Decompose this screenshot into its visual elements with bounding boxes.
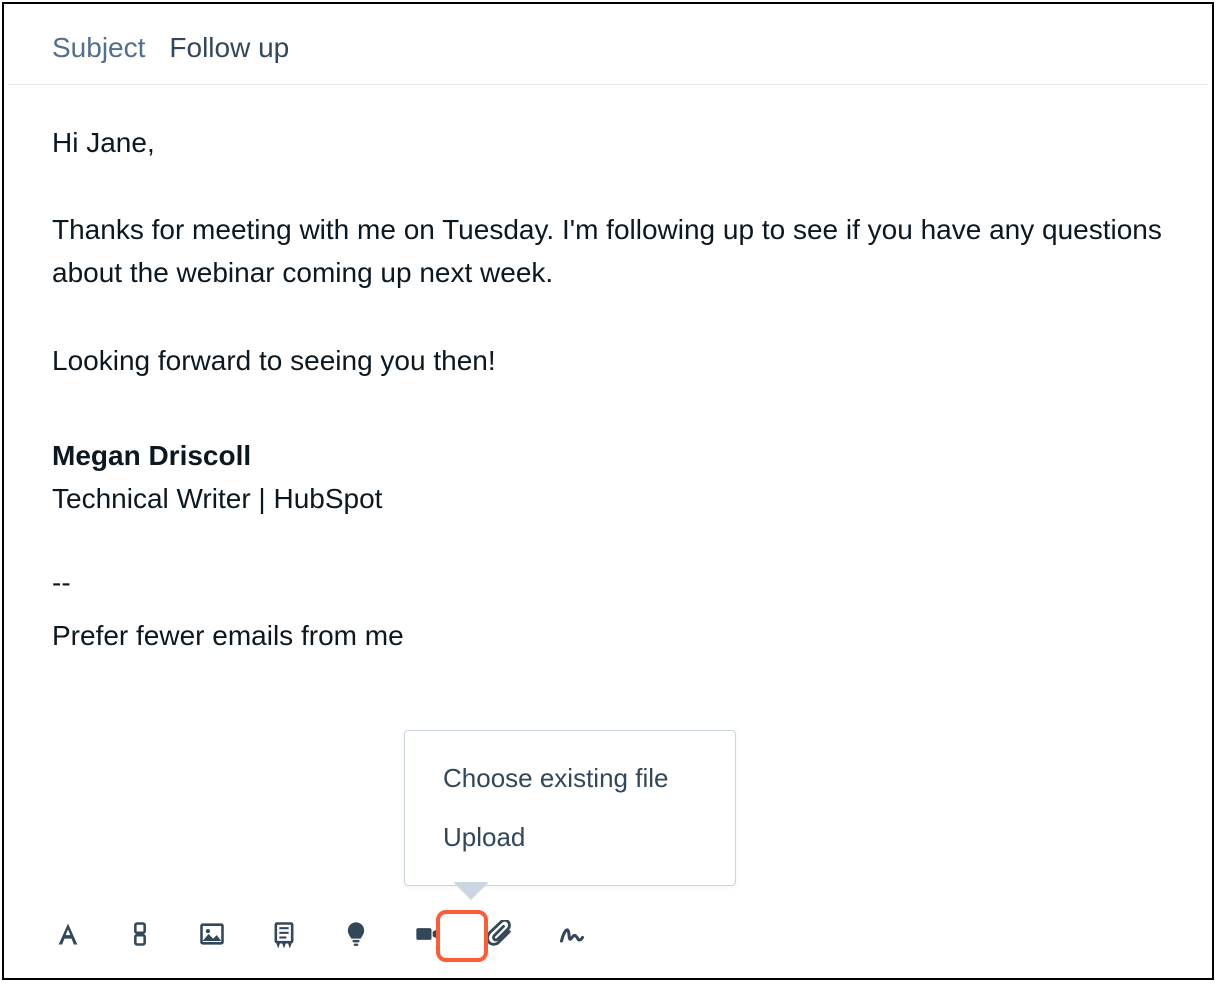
image-icon — [198, 920, 226, 948]
body-paragraph-2: Looking forward to seeing you then! — [52, 339, 1164, 382]
body-paragraph-1: Thanks for meeting with me on Tuesday. I… — [52, 208, 1164, 295]
subject-row: Subject Follow up — [8, 4, 1208, 85]
insert-snippet-button[interactable] — [268, 918, 300, 950]
email-composer: Subject Follow up Hi Jane, Thanks for me… — [2, 2, 1214, 980]
body-greeting: Hi Jane, — [52, 121, 1164, 164]
paperclip-icon — [486, 920, 514, 948]
insert-image-button[interactable] — [196, 918, 228, 950]
email-body-editor[interactable]: Hi Jane, Thanks for meeting with me on T… — [4, 85, 1212, 658]
snippet-icon — [270, 920, 298, 948]
personalize-icon — [126, 920, 154, 948]
subject-input[interactable]: Follow up — [169, 32, 289, 64]
signature-title: Technical Writer | HubSpot — [52, 477, 1164, 520]
video-icon — [414, 920, 442, 948]
editor-toolbar — [52, 918, 588, 950]
attachment-popover: Choose existing file Upload — [404, 730, 736, 886]
text-format-icon — [54, 920, 82, 948]
choose-existing-file-option[interactable]: Choose existing file — [405, 749, 735, 808]
insert-signature-button[interactable] — [556, 918, 588, 950]
popover-arrow — [455, 883, 487, 899]
subject-label: Subject — [52, 32, 145, 64]
attach-file-button[interactable] — [484, 918, 516, 950]
signature-separator: -- — [52, 561, 1164, 604]
text-format-button[interactable] — [52, 918, 84, 950]
upload-option[interactable]: Upload — [405, 808, 735, 867]
signature-name: Megan Driscoll — [52, 434, 1164, 477]
personalize-button[interactable] — [124, 918, 156, 950]
knowledge-button[interactable] — [340, 918, 372, 950]
lightbulb-icon — [342, 920, 370, 948]
unsubscribe-text: Prefer fewer emails from me — [52, 614, 1164, 657]
signature-icon — [558, 920, 586, 948]
insert-video-button[interactable] — [412, 918, 444, 950]
